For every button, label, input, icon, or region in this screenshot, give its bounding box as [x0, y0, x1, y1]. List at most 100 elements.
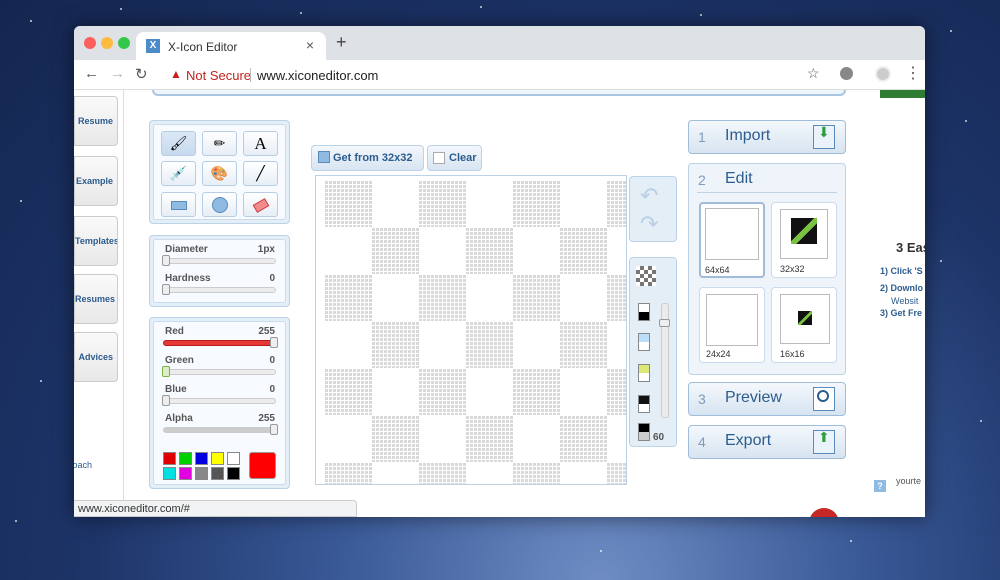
undo-icon[interactable]: ↶ — [640, 183, 658, 209]
sidebar-item-resume[interactable]: Resume — [74, 96, 118, 146]
sidebar-item-advices[interactable]: Advices — [74, 332, 118, 382]
current-color-preview[interactable] — [249, 452, 276, 479]
color-swatch[interactable] — [211, 452, 224, 465]
eraser-tool-button[interactable] — [243, 192, 278, 217]
sidebar-item-example[interactable]: Example — [74, 156, 118, 206]
canvas-grid-cell — [418, 274, 466, 321]
browser-tab[interactable]: X X-Icon Editor × — [136, 32, 326, 60]
sample-icon-16 — [798, 311, 812, 325]
back-icon[interactable]: ← — [84, 65, 99, 82]
size-16-tile[interactable]: 16x16 — [771, 287, 837, 363]
ellipse-icon — [211, 197, 228, 214]
rectangle-icon — [170, 200, 187, 210]
floating-badge-icon[interactable] — [809, 508, 839, 517]
bg-gray-option[interactable] — [638, 423, 650, 441]
bg-black-option[interactable] — [638, 395, 650, 413]
export-button[interactable]: 4 Export ⬆ — [688, 425, 846, 459]
preview-button[interactable]: 3 Preview — [688, 382, 846, 416]
profile-avatar[interactable] — [875, 66, 891, 82]
bg-white-black-option[interactable] — [638, 303, 650, 321]
fill-tool-button[interactable]: 🎨 — [202, 161, 237, 186]
extension-icon[interactable] — [840, 67, 853, 80]
get-from-32-button[interactable]: Get from 32x32 — [311, 145, 424, 171]
color-swatch[interactable] — [195, 452, 208, 465]
color-swatch[interactable] — [179, 452, 192, 465]
green-slider[interactable] — [162, 366, 276, 377]
bookmark-star-icon[interactable]: ☆ — [807, 65, 820, 82]
clear-button[interactable]: Clear — [427, 145, 482, 171]
blue-slider-knob[interactable] — [162, 395, 170, 406]
sidebar-item-resumes[interactable]: Resumes — [74, 274, 118, 324]
get-from-32-label: Get from 32x32 — [333, 152, 413, 164]
sidebar-footer-link[interactable]: Coach — [74, 460, 92, 470]
brush-panel: Diameter 1px Hardness 0 — [149, 235, 290, 307]
eyedropper-icon: 💉 — [169, 165, 188, 181]
canvas-grid-cell — [418, 180, 466, 227]
zoom-slider-knob[interactable] — [659, 319, 670, 327]
alpha-label: Alpha — [165, 413, 193, 424]
redo-icon[interactable]: ↷ — [640, 211, 658, 237]
canvas-grid-cell — [371, 227, 419, 274]
drawing-canvas[interactable] — [315, 175, 627, 485]
bg-blue-option[interactable] — [638, 333, 650, 351]
url-field[interactable]: ▲ Not Secure www.xiconeditor.com — [160, 63, 832, 87]
color-swatch[interactable] — [211, 467, 224, 480]
rectangle-tool-button[interactable] — [161, 192, 196, 217]
preview-label: Preview — [725, 389, 782, 406]
green-button[interactable] — [880, 90, 925, 98]
red-slider-knob[interactable] — [270, 337, 278, 348]
color-swatch[interactable] — [227, 452, 240, 465]
reload-icon[interactable]: ↻ — [135, 65, 148, 83]
canvas-grid-cell — [324, 274, 372, 321]
color-swatch[interactable] — [179, 467, 192, 480]
security-label[interactable]: Not Secure — [186, 68, 251, 83]
brush-tool-button[interactable]: 🖌 — [161, 131, 196, 156]
new-tab-icon[interactable]: + — [336, 32, 347, 53]
line-tool-button[interactable]: ╱ — [243, 161, 278, 186]
diameter-slider[interactable] — [162, 255, 276, 266]
color-swatch[interactable] — [163, 467, 176, 480]
browser-window: X X-Icon Editor × + ← → ↻ ▲ Not Secure w… — [74, 26, 925, 517]
import-button[interactable]: 1 Import ⬇ — [688, 120, 846, 154]
size-24-label: 24x24 — [706, 349, 731, 359]
warning-icon[interactable]: ▲ — [170, 67, 182, 81]
zoom-slider[interactable] — [659, 303, 670, 418]
close-tab-icon[interactable]: × — [306, 37, 314, 53]
ellipse-tool-button[interactable] — [202, 192, 237, 217]
menu-icon[interactable]: ⋮ — [905, 63, 921, 83]
size-64-tile[interactable]: 64x64 — [699, 202, 765, 278]
close-window-button[interactable] — [84, 37, 96, 49]
size-24-thumbnail — [706, 294, 758, 346]
green-slider-knob[interactable] — [162, 366, 170, 377]
hardness-slider-knob[interactable] — [162, 284, 170, 295]
url-text[interactable]: www.xiconeditor.com — [257, 68, 378, 83]
steps-heading: 3 Eas — [896, 240, 925, 255]
canvas-grid-cell — [465, 415, 513, 462]
size-16-thumbnail — [780, 294, 830, 344]
text-tool-button[interactable]: A — [243, 131, 278, 156]
minimize-window-button[interactable] — [101, 37, 113, 49]
color-swatch[interactable] — [195, 467, 208, 480]
alpha-slider[interactable] — [163, 424, 278, 435]
sidebar-item-templates[interactable]: Templates — [74, 216, 118, 266]
color-swatch[interactable] — [227, 467, 240, 480]
pencil-tool-button[interactable]: ✏ — [202, 131, 237, 156]
size-24-tile[interactable]: 24x24 — [699, 287, 765, 363]
color-swatch[interactable] — [163, 452, 176, 465]
maximize-window-button[interactable] — [118, 37, 130, 49]
red-slider[interactable] — [163, 337, 278, 348]
diameter-slider-knob[interactable] — [162, 255, 170, 266]
transparent-bg-icon[interactable] — [636, 266, 656, 286]
help-icon[interactable]: ? — [874, 480, 886, 492]
size-32-tile[interactable]: 32x32 — [771, 202, 837, 278]
hardness-slider[interactable] — [162, 284, 276, 295]
blue-slider[interactable] — [162, 395, 276, 406]
diameter-value: 1px — [257, 244, 275, 255]
view-panel: 60 — [629, 257, 677, 447]
clear-icon — [433, 152, 445, 164]
forward-icon[interactable]: → — [110, 65, 125, 82]
step-2-subtext: Websit — [891, 296, 919, 306]
bg-olive-option[interactable] — [638, 364, 650, 382]
eyedropper-tool-button[interactable]: 💉 — [161, 161, 196, 186]
alpha-slider-knob[interactable] — [270, 424, 278, 435]
